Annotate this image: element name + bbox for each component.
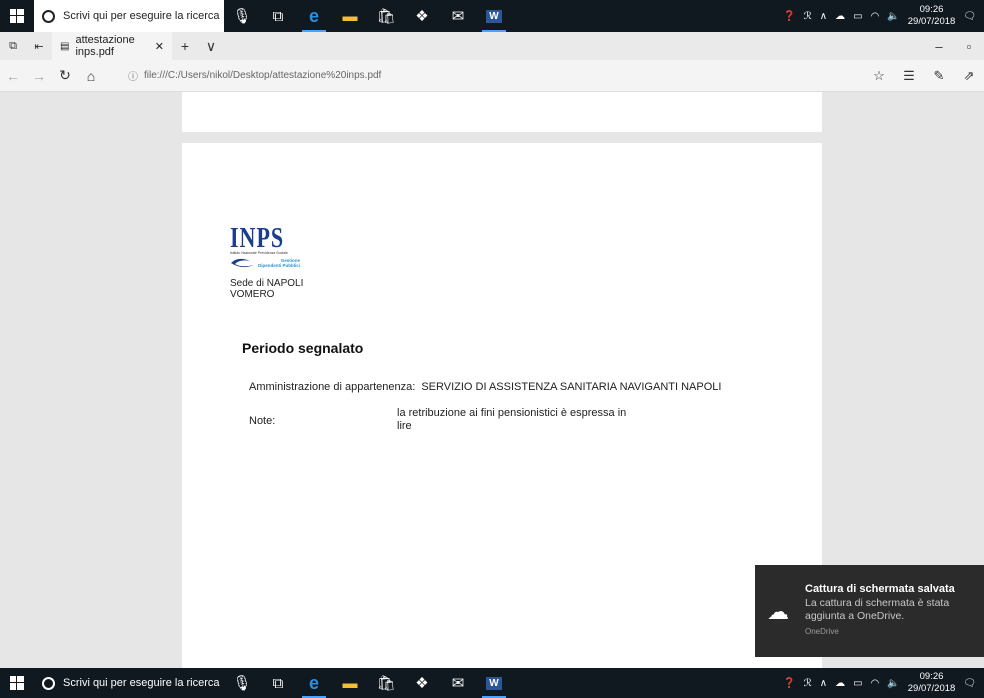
task-view-icon[interactable]: ⧉ bbox=[260, 668, 296, 698]
taskbar-search-input[interactable]: Scrivi qui per eseguire la ricerca bbox=[34, 668, 224, 698]
people-icon[interactable]: ℛ bbox=[804, 678, 812, 689]
clock-time: 09:26 bbox=[919, 671, 944, 682]
forward-icon[interactable]: → bbox=[26, 68, 52, 84]
windows-icon[interactable] bbox=[0, 668, 34, 698]
notification-icon[interactable]: 🗨 bbox=[963, 678, 976, 689]
sede-line2: VOMERO bbox=[230, 289, 275, 300]
note-label: Note: bbox=[249, 415, 276, 427]
volume-icon[interactable]: 🔈 bbox=[887, 11, 899, 22]
edge-icon[interactable]: e bbox=[296, 0, 332, 32]
back-icon[interactable]: ← bbox=[0, 68, 26, 84]
taskbar-top: Scrivi qui per eseguire la ricerca 🎙 ⧉ e… bbox=[0, 0, 984, 32]
pdf-icon: ▤ bbox=[60, 40, 70, 52]
notification-icon[interactable]: 🗨 bbox=[963, 11, 976, 22]
url-field[interactable]: ⓘ file:///C:/Users/nikol/Desktop/attesta… bbox=[128, 68, 864, 83]
clock[interactable]: 09:26 29/07/2018 bbox=[908, 671, 956, 695]
set-aside-tabs-icon[interactable]: ⇤ bbox=[26, 40, 52, 53]
page-heading: Periodo segnalato bbox=[242, 340, 364, 356]
explorer-icon[interactable]: ▬ bbox=[332, 668, 368, 698]
battery-icon[interactable]: ▭ bbox=[853, 678, 862, 689]
mic-icon[interactable]: 🎙 bbox=[224, 0, 260, 32]
task-view-icon[interactable]: ⧉ bbox=[260, 0, 296, 32]
onedrive-icon[interactable]: ☁ bbox=[835, 11, 845, 22]
note-value: la retribuzione ai fini pensionistici è … bbox=[397, 407, 657, 433]
amm-value: SERVIZIO DI ASSISTENZA SANITARIA NAVIGAN… bbox=[421, 381, 722, 393]
screenshot-toast[interactable]: ☁ Cattura di schermata salvata La cattur… bbox=[755, 565, 984, 657]
tab-title: attestazione inps.pdf bbox=[75, 34, 135, 58]
logo-swoosh-icon bbox=[231, 258, 254, 268]
store-icon[interactable]: 🛍 bbox=[368, 0, 404, 32]
chevron-up-icon[interactable]: ∧ bbox=[820, 678, 827, 689]
amm-label: Amministrazione di appartenenza: bbox=[249, 381, 416, 393]
search-placeholder: Scrivi qui per eseguire la ricerca bbox=[63, 10, 220, 22]
wifi-icon[interactable]: ◠ bbox=[871, 11, 880, 22]
minimize-icon[interactable]: – bbox=[924, 39, 954, 54]
mail-icon[interactable]: ✉ bbox=[440, 668, 476, 698]
taskbar-search-input[interactable]: Scrivi qui per eseguire la ricerca bbox=[34, 0, 224, 32]
toast-title: Cattura di schermata salvata bbox=[805, 583, 955, 595]
cortana-icon bbox=[42, 676, 55, 690]
pdf-page-1 bbox=[182, 92, 822, 132]
battery-icon[interactable]: ▭ bbox=[853, 11, 862, 22]
favorites-list-icon[interactable]: ☰ bbox=[894, 68, 924, 84]
windows-icon[interactable] bbox=[0, 0, 34, 32]
clock[interactable]: 09:26 29/07/2018 bbox=[908, 4, 956, 28]
help-icon[interactable]: ❓ bbox=[783, 678, 795, 689]
restore-icon[interactable]: ▫ bbox=[954, 39, 984, 54]
tab-pdf[interactable]: ▤ attestazione inps.pdf ✕ bbox=[52, 32, 172, 60]
clock-date: 29/07/2018 bbox=[907, 16, 956, 27]
tab-bar: ⧉ ⇤ ▤ attestazione inps.pdf ✕ + ∨ – ▫ bbox=[0, 32, 984, 60]
sede-line1: Sede di NAPOLI bbox=[230, 278, 304, 289]
url-text: file:///C:/Users/nikol/Desktop/attestazi… bbox=[144, 70, 382, 81]
people-icon[interactable]: ℛ bbox=[804, 11, 812, 22]
close-tab-icon[interactable]: ✕ bbox=[155, 40, 164, 53]
share-icon[interactable]: ⇗ bbox=[954, 68, 984, 84]
mail-icon[interactable]: ✉ bbox=[440, 0, 476, 32]
edge-icon[interactable]: e bbox=[296, 668, 332, 698]
logo-dipendenti: Dipendenti Pubblici bbox=[258, 263, 301, 268]
explorer-icon[interactable]: ▬ bbox=[332, 0, 368, 32]
clock-date: 29/07/2018 bbox=[907, 683, 956, 694]
onedrive-icon[interactable]: ☁ bbox=[835, 678, 845, 689]
cloud-icon: ☁ bbox=[767, 599, 789, 624]
help-icon[interactable]: ❓ bbox=[783, 11, 795, 22]
address-bar: ← → ↻ ⌂ ⓘ file:///C:/Users/nikol/Desktop… bbox=[0, 60, 984, 92]
pen-icon[interactable]: ✎ bbox=[924, 68, 954, 84]
new-tab-icon[interactable]: + bbox=[172, 38, 198, 54]
taskbar-bottom: Scrivi qui per eseguire la ricerca 🎙 ⧉ e… bbox=[0, 668, 984, 698]
home-icon[interactable]: ⌂ bbox=[78, 68, 104, 84]
inps-logo: INPS Istituto Nazionale Previdenza Socia… bbox=[230, 221, 300, 269]
tab-list-chevron-icon[interactable]: ∨ bbox=[198, 38, 224, 55]
refresh-icon[interactable]: ↻ bbox=[52, 67, 78, 84]
favorite-star-icon[interactable]: ☆ bbox=[864, 68, 894, 84]
word-icon[interactable]: W bbox=[476, 668, 512, 698]
pdf-page-2: INPS Istituto Nazionale Previdenza Socia… bbox=[182, 143, 822, 668]
clock-time: 09:26 bbox=[919, 4, 944, 15]
dropbox-icon[interactable]: ❖ bbox=[404, 668, 440, 698]
tab-preview-icon[interactable]: ⧉ bbox=[0, 40, 26, 53]
search-placeholder: Scrivi qui per eseguire la ricerca bbox=[63, 677, 220, 689]
mic-icon[interactable]: 🎙 bbox=[224, 668, 260, 698]
info-icon[interactable]: ⓘ bbox=[128, 68, 138, 83]
chevron-up-icon[interactable]: ∧ bbox=[820, 11, 827, 22]
volume-icon[interactable]: 🔈 bbox=[887, 678, 899, 689]
sede: Sede di NAPOLI VOMERO bbox=[230, 278, 303, 300]
amministrazione-row: Amministrazione di appartenenza: SERVIZIO… bbox=[249, 381, 721, 393]
toast-body-line1: La cattura di schermata è stata bbox=[805, 597, 950, 609]
store-icon[interactable]: 🛍 bbox=[368, 668, 404, 698]
cortana-icon bbox=[42, 9, 55, 23]
wifi-icon[interactable]: ◠ bbox=[871, 678, 880, 689]
toast-source: OneDrive bbox=[805, 627, 839, 636]
note-line1: la retribuzione ai fini pensionistici è … bbox=[397, 407, 627, 419]
toast-body-line2: aggiunta a OneDrive. bbox=[805, 610, 905, 622]
word-icon[interactable]: W bbox=[476, 0, 512, 32]
logo-text: INPS bbox=[230, 221, 285, 254]
dropbox-icon[interactable]: ❖ bbox=[404, 0, 440, 32]
note-line2: lire bbox=[397, 420, 412, 432]
